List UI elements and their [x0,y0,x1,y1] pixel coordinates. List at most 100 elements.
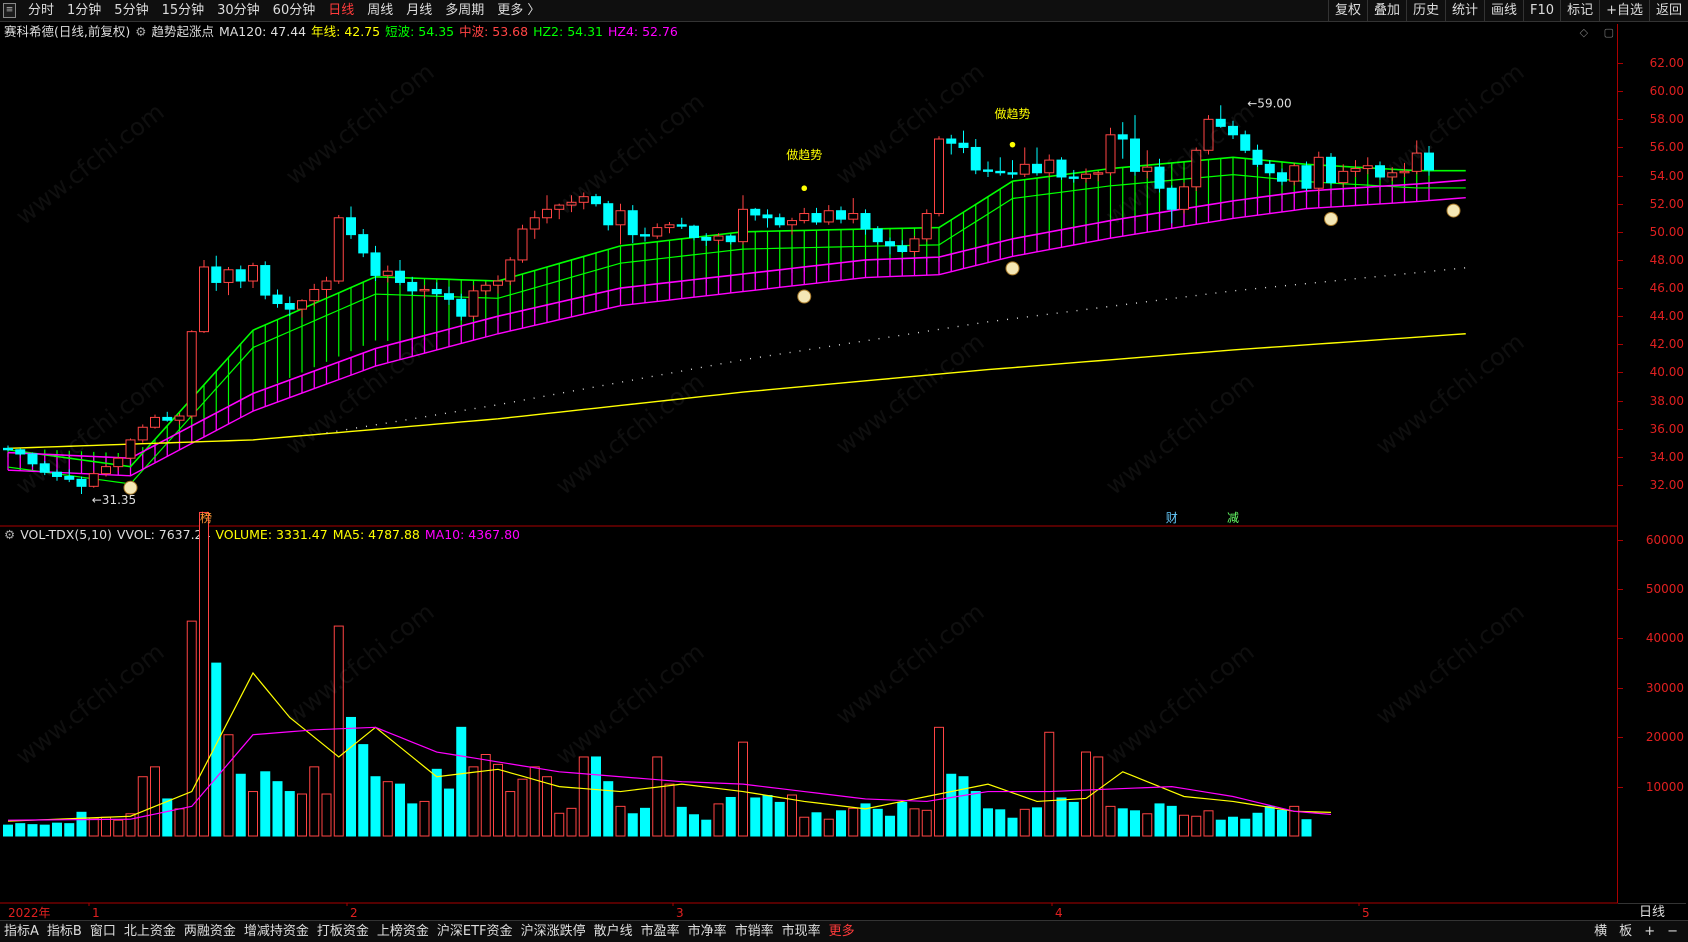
volume-bar[interactable] [1032,807,1042,837]
money-bag-icon[interactable] [1324,212,1338,227]
bottom-tab-5[interactable]: 增减持资金 [240,921,313,942]
bottom-tab-12[interactable]: 市净率 [684,921,731,942]
volume-bar[interactable] [762,794,773,837]
candle[interactable] [137,424,148,443]
bottom-tab-1[interactable]: 指标B [43,921,86,942]
candle[interactable] [235,265,246,289]
volume-bar[interactable] [787,794,797,837]
candle[interactable] [1313,151,1324,193]
bottom-control-2[interactable]: + [1638,921,1661,942]
candle[interactable] [664,221,675,234]
volume-bar[interactable] [186,620,197,837]
candle[interactable] [52,469,62,481]
candle[interactable] [370,245,381,282]
volume-bar[interactable] [150,766,160,837]
candle[interactable] [211,255,222,291]
volume-bar[interactable] [676,806,687,837]
volume-bar[interactable] [3,824,13,837]
volume-bar[interactable] [1191,815,1202,837]
candle[interactable] [529,210,540,239]
volume-bar[interactable] [738,741,748,837]
volume-bar[interactable] [468,766,479,837]
bottom-tab-0[interactable]: 指标A [0,921,43,942]
volume-bar[interactable] [909,808,920,837]
volume-bar[interactable] [309,766,320,837]
candle[interactable] [836,206,846,224]
volume-bar[interactable] [1117,808,1128,837]
candle[interactable] [248,262,258,289]
candle[interactable] [517,224,528,263]
candle[interactable] [921,209,932,242]
volume-bar[interactable] [1154,803,1165,837]
volume-bar[interactable] [1044,731,1055,837]
candle[interactable] [627,205,638,244]
volume-bar[interactable] [1252,812,1263,837]
volume-bar[interactable] [701,819,712,837]
volume-bar[interactable] [407,803,418,837]
candle[interactable] [382,265,393,283]
money-bag-icon[interactable] [797,289,812,304]
candle[interactable] [885,237,895,255]
candle[interactable] [1264,160,1275,176]
candle[interactable] [542,195,552,224]
candle[interactable] [15,448,26,456]
candle[interactable] [554,203,565,220]
volume-bar[interactable] [1203,810,1214,837]
volume-bar[interactable] [1068,801,1079,837]
bottom-control-3[interactable]: − [1661,921,1684,942]
chart-area[interactable]: ←31.35←59.00做趋势做趋势榜财减 [0,0,1618,906]
volume-bar[interactable] [64,823,75,837]
bottom-tab-7[interactable]: 上榜资金 [373,921,433,942]
volume-bar[interactable] [1093,756,1104,837]
candle[interactable] [566,195,577,213]
candle[interactable] [1289,162,1300,186]
candle[interactable] [799,207,810,224]
volume-bar[interactable] [284,791,295,837]
volume-bar[interactable] [542,776,552,837]
candle[interactable] [1375,161,1385,180]
volume-bar[interactable] [260,771,271,837]
volume-bar[interactable] [554,812,565,837]
volume-bar[interactable] [774,801,785,837]
candle[interactable] [995,157,1006,176]
candle[interactable] [1105,127,1116,176]
candle[interactable] [640,227,650,242]
candle[interactable] [272,289,283,308]
volume-bar[interactable] [921,809,932,837]
volume-bar[interactable] [578,756,589,837]
volume-bar[interactable] [1142,813,1153,837]
candle[interactable] [1056,157,1067,180]
volume-bar[interactable] [1105,805,1116,837]
candle[interactable] [1362,157,1373,175]
candle[interactable] [333,214,344,284]
candle[interactable] [1203,115,1214,155]
candle[interactable] [480,282,491,296]
candle[interactable] [27,452,38,467]
candle[interactable] [199,259,209,334]
candle[interactable] [1032,147,1042,176]
volume-bar[interactable] [480,754,491,837]
volume-bar[interactable] [358,744,369,837]
candle[interactable] [76,476,87,495]
candle[interactable] [223,266,234,296]
volume-bar[interactable] [125,813,136,837]
volume-bar[interactable] [1240,818,1251,837]
candle[interactable] [407,276,418,296]
volume-bar[interactable] [885,815,895,837]
volume-bar[interactable] [174,808,185,837]
volume-bar[interactable] [615,805,626,837]
volume-bar[interactable] [113,819,124,837]
candle[interactable] [591,193,601,207]
candle[interactable] [493,275,503,294]
candle[interactable] [88,470,99,488]
volume-bar[interactable] [444,788,454,837]
volume-bar[interactable] [1264,805,1275,837]
volume-bar[interactable] [333,625,344,837]
volume-bar[interactable] [493,763,503,837]
volume-bar[interactable] [297,793,307,837]
volume-bar[interactable] [101,816,111,837]
volume-bar[interactable] [799,816,810,837]
candle[interactable] [738,195,748,245]
volume-bar[interactable] [517,778,528,837]
money-bag-icon[interactable] [1005,261,1020,276]
